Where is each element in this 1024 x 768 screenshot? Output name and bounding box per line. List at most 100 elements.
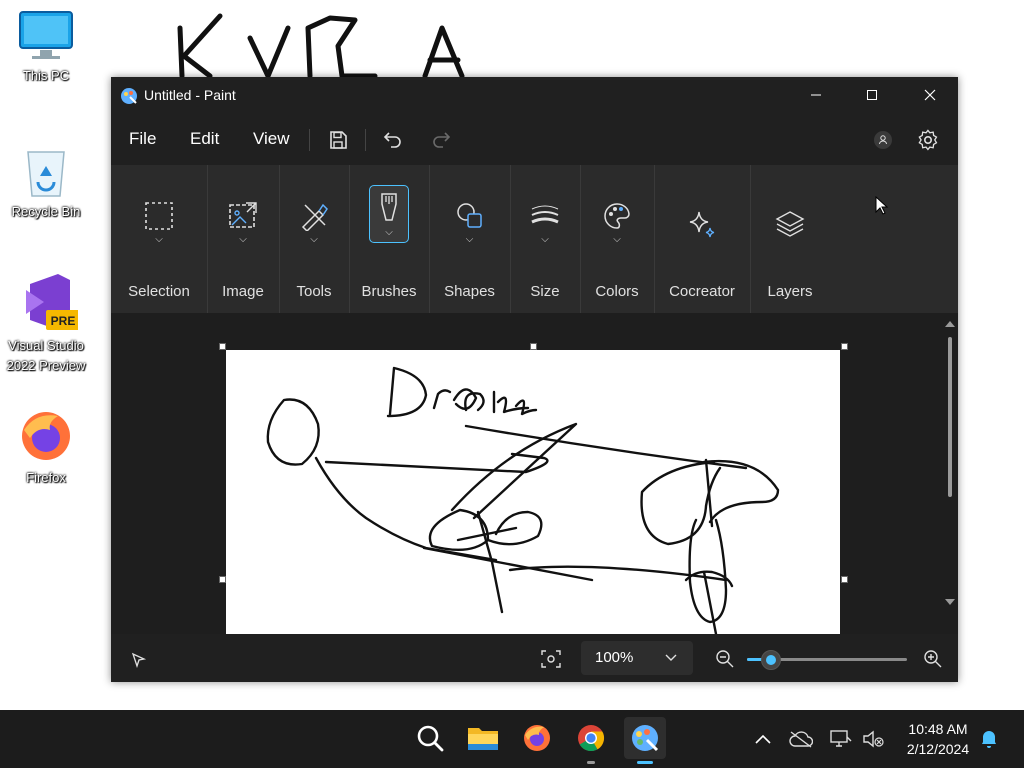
paint-window: Untitled - Paint File Edit View ⌵ Select… (111, 77, 958, 682)
account-icon (874, 131, 892, 149)
network-icon (830, 730, 852, 747)
resize-handle[interactable] (841, 343, 848, 350)
onedrive-button[interactable] (788, 726, 814, 752)
chevron-down-icon: ⌵ (541, 234, 549, 245)
ribbon-group-image[interactable]: ⌵ Image (207, 165, 280, 313)
menu-edit[interactable]: Edit (182, 117, 227, 161)
ribbon-group-size[interactable]: ⌵ Size (510, 165, 581, 313)
menu-separator (309, 129, 310, 151)
drawing-canvas[interactable] (226, 350, 840, 634)
desktop-icon-recycle-bin[interactable]: Recycle Bin (0, 142, 94, 222)
canvas-area[interactable] (111, 313, 958, 634)
taskbar-firefox[interactable] (516, 717, 558, 759)
zoom-out-button[interactable] (713, 647, 737, 671)
maximize-icon (867, 90, 877, 100)
resize-handle[interactable] (530, 343, 537, 350)
taskbar-clock[interactable]: 10:48 AM 2/12/2024 (898, 719, 978, 759)
zoom-dropdown[interactable]: 100% (581, 641, 693, 675)
layers-icon (775, 211, 805, 237)
paint-icon (632, 725, 659, 752)
image-icon (229, 202, 257, 228)
zoom-in-icon (924, 650, 942, 668)
account-button[interactable] (868, 125, 898, 155)
chevron-down-icon: ⌵ (385, 227, 393, 238)
ribbon-label: Size (530, 283, 560, 300)
menu-file[interactable]: File (121, 117, 164, 161)
recycle-bin-icon (27, 151, 65, 197)
network-button[interactable] (828, 726, 854, 752)
mouse-cursor (875, 196, 889, 215)
desktop-icon-firefox[interactable]: Firefox (0, 408, 94, 488)
taskbar-paint[interactable] (624, 717, 666, 764)
ribbon-label: Selection (128, 283, 190, 300)
desktop-icon-visual-studio[interactable]: PRE Visual Studio 2022 Preview (0, 272, 94, 376)
close-button[interactable] (902, 77, 958, 113)
brush-icon-wrap: ⌵ (369, 185, 409, 243)
taskbar-file-explorer[interactable] (462, 717, 504, 759)
ribbon-group-brushes[interactable]: ⌵ Brushes (349, 165, 430, 313)
ribbon-group-tools[interactable]: ⌵ Tools (279, 165, 350, 313)
menu-separator (365, 129, 366, 151)
fit-to-window-button[interactable] (539, 647, 563, 671)
ribbon-label: Colors (595, 283, 639, 300)
resize-handle[interactable] (219, 576, 226, 583)
title-bar[interactable]: Untitled - Paint (111, 77, 958, 113)
resize-handle[interactable] (219, 343, 226, 350)
fit-screen-icon (541, 650, 561, 668)
firefox-icon (524, 725, 550, 751)
minimize-button[interactable] (788, 77, 844, 113)
ribbon-label: Brushes (361, 283, 417, 300)
ribbon-toolbar: ⌵ Selection ⌵ Image ⌵ Tools ⌵ Brushes ⌵ … (111, 165, 958, 313)
layers-icon-wrap (771, 209, 809, 263)
visual-studio-icon: PRE (15, 274, 78, 331)
ribbon-label: Shapes (444, 283, 495, 300)
save-icon (330, 131, 347, 149)
redo-icon (433, 132, 451, 148)
active-app-indicator (637, 761, 653, 764)
shapes-icon (456, 203, 482, 228)
size-icon (531, 205, 559, 224)
desktop-scribble (177, 13, 465, 78)
chevron-down-icon: ⌵ (155, 234, 163, 245)
notifications-button[interactable] (976, 726, 1002, 752)
chevron-down-icon: ⌵ (310, 234, 318, 245)
redo-button[interactable] (426, 125, 456, 155)
resize-handle[interactable] (841, 576, 848, 583)
menu-view[interactable]: View (245, 117, 298, 161)
ribbon-group-cocreator[interactable]: Cocreator (654, 165, 751, 313)
canvas-drawing (266, 366, 780, 634)
monitor-icon (19, 11, 73, 59)
bell-icon (982, 731, 996, 748)
chrome-icon (578, 725, 605, 752)
palette-icon (604, 203, 630, 229)
brush-icon (381, 193, 397, 221)
maximize-button[interactable] (844, 77, 900, 113)
show-hidden-icons-button[interactable] (750, 726, 776, 752)
scroll-thumb[interactable] (948, 337, 952, 497)
window-title: Untitled - Paint (144, 87, 236, 103)
undo-button[interactable] (378, 125, 408, 155)
zoom-out-icon (716, 650, 734, 668)
scroll-down-icon (945, 599, 955, 605)
zoom-in-button[interactable] (921, 647, 945, 671)
taskbar-search[interactable] (409, 717, 451, 759)
tools-icon (301, 203, 328, 231)
sparkle-icon (689, 211, 715, 238)
zoom-slider-thumb[interactable] (761, 650, 781, 670)
volume-button[interactable] (860, 726, 886, 752)
desktop-icon-label: Recycle Bin (11, 204, 81, 219)
settings-button[interactable] (913, 125, 943, 155)
ribbon-group-selection[interactable]: ⌵ Selection (111, 165, 208, 313)
ribbon-label: Image (222, 283, 264, 300)
scroll-up-icon (945, 321, 955, 327)
size-icon-wrap: ⌵ (526, 201, 564, 255)
clock-time: 10:48 AM (908, 721, 968, 737)
ribbon-group-layers[interactable]: Layers (750, 165, 830, 313)
ribbon-group-colors[interactable]: ⌵ Colors (580, 165, 655, 313)
ribbon-group-shapes[interactable]: ⌵ Shapes (429, 165, 511, 313)
taskbar-chrome[interactable] (570, 717, 612, 764)
desktop-icon-this-pc[interactable]: This PC (0, 10, 94, 86)
status-bar: 100% (111, 637, 958, 682)
save-button[interactable] (323, 125, 353, 155)
vertical-scrollbar[interactable] (944, 319, 956, 629)
